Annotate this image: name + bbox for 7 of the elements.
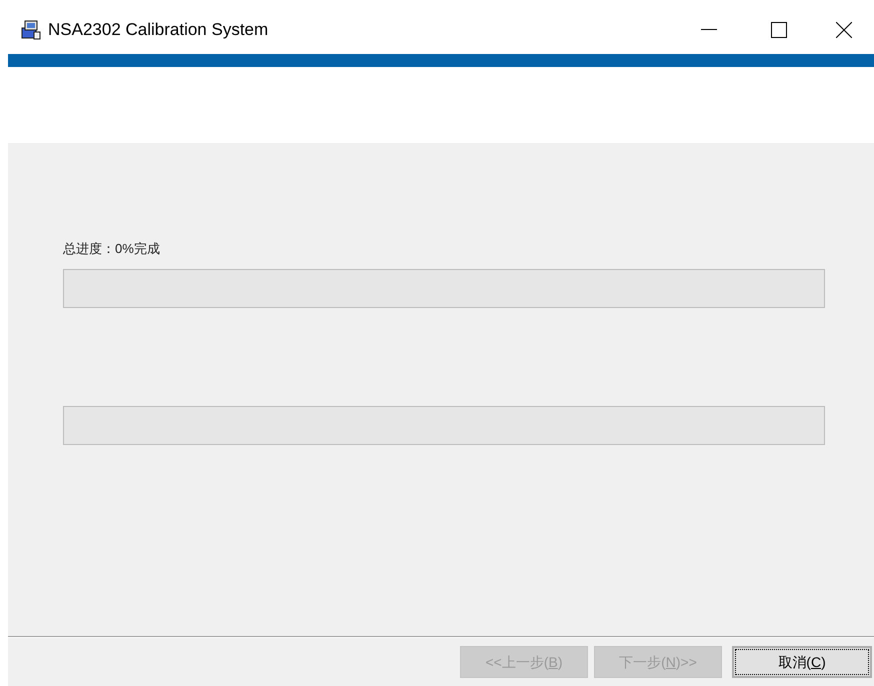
- minimize-icon: [701, 29, 717, 31]
- window-title: NSA2302 Calibration System: [48, 19, 268, 42]
- progress-label: 总进度：0%完成: [63, 240, 161, 258]
- close-icon: [836, 22, 852, 38]
- maximize-icon: [771, 22, 787, 38]
- app-icon: [20, 19, 42, 41]
- default-button[interactable]: 取消(C): [732, 646, 872, 678]
